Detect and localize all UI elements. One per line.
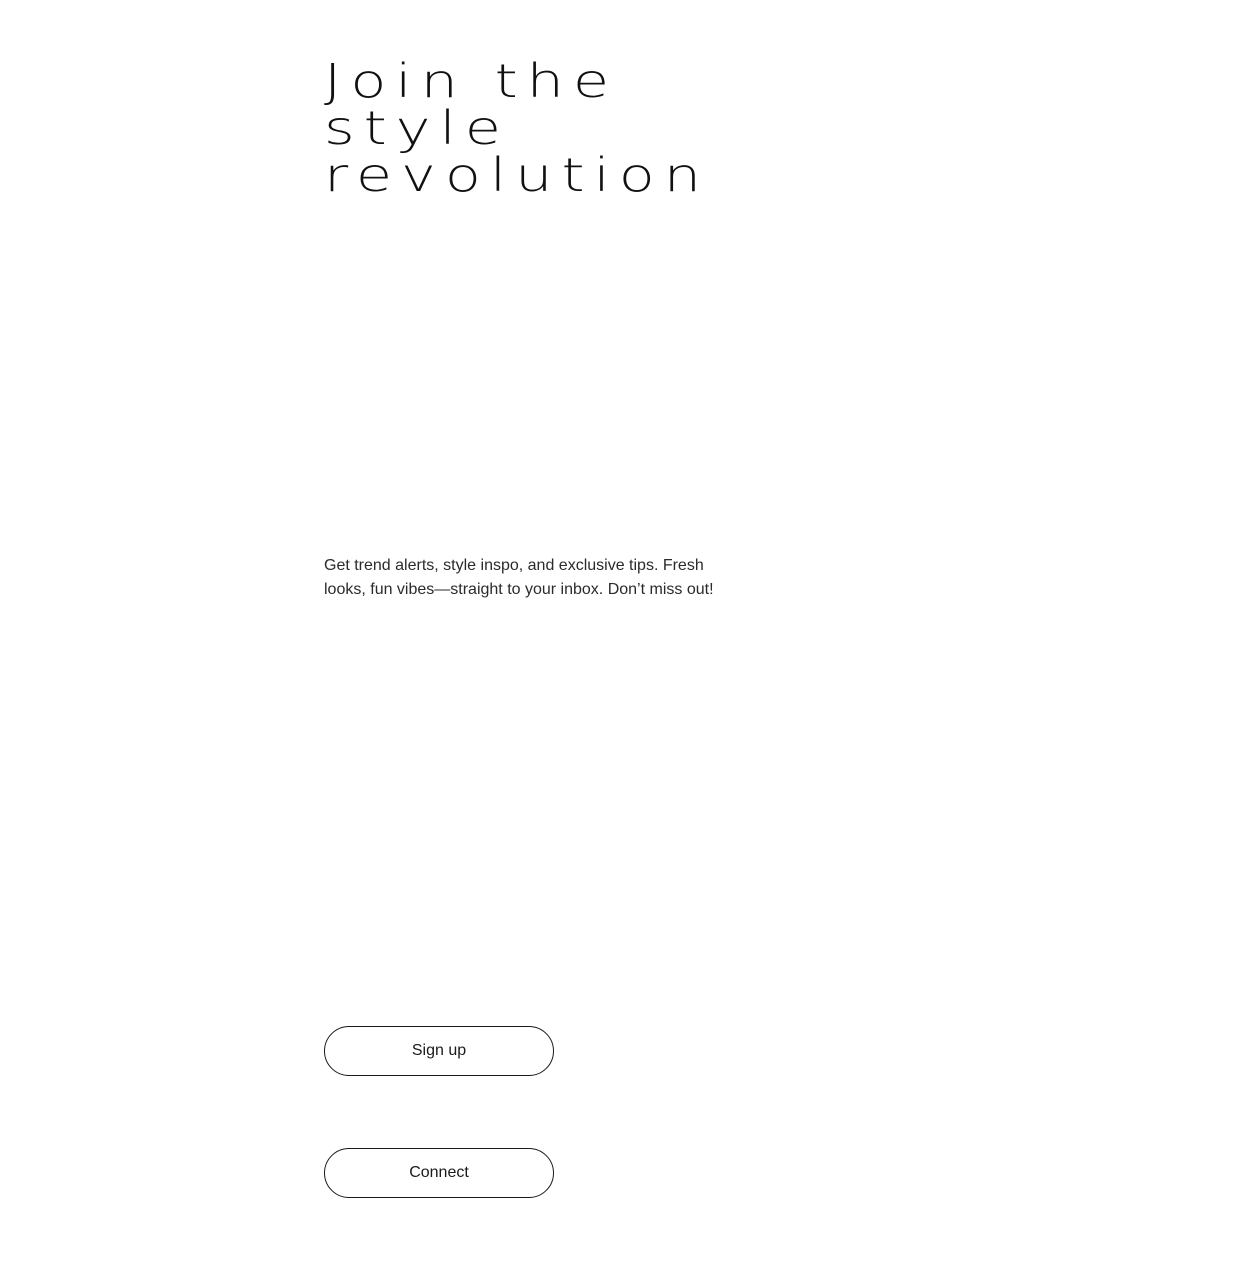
page-title: Join the style revolution (324, 58, 710, 199)
connect-button[interactable]: Connect (324, 1148, 554, 1198)
page-title-line-2: style (324, 101, 510, 155)
page-title-line-3: revolution (324, 148, 711, 202)
page-title-line-1: Join the (324, 54, 619, 108)
newsletter-description: Get trend alerts, style inspo, and exclu… (324, 557, 714, 598)
sign-up-button[interactable]: Sign up (324, 1026, 554, 1076)
